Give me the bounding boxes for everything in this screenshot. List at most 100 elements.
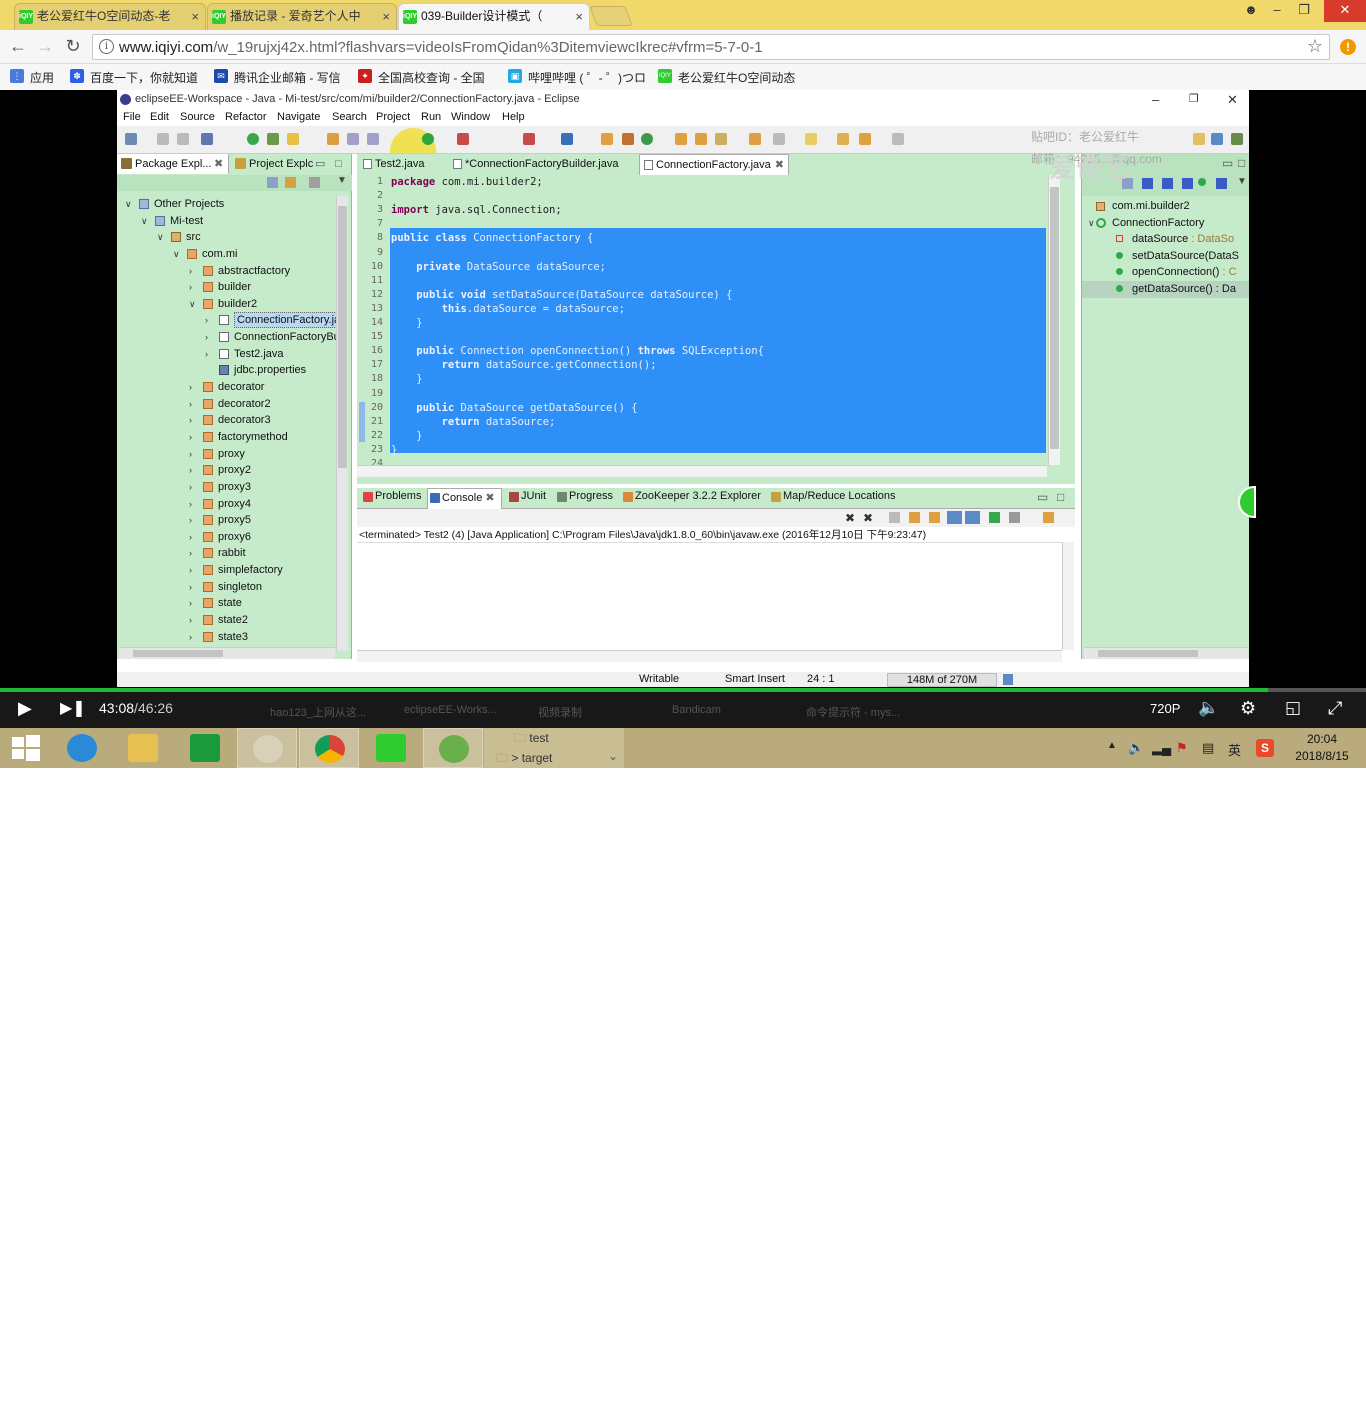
tree-item[interactable]: › state xyxy=(117,595,335,612)
view-menu-icon[interactable]: ▼ xyxy=(337,175,347,186)
tree-vertical-scrollbar[interactable] xyxy=(336,196,348,651)
back-nav-icon[interactable] xyxy=(859,133,871,145)
chevron-right-icon[interactable]: › xyxy=(189,446,199,462)
editor-vertical-scrollbar[interactable] xyxy=(1048,175,1060,465)
scrollbar-thumb[interactable] xyxy=(133,650,223,657)
hide-nonpublic-icon[interactable] xyxy=(1198,178,1206,186)
browser-tab-active[interactable]: iQIY 039-Builder设计模式（ × xyxy=(398,3,590,30)
taskbar-iqiyi[interactable] xyxy=(361,728,421,768)
chevron-down-icon[interactable]: ∨ xyxy=(1088,215,1095,231)
chevron-right-icon[interactable]: › xyxy=(189,612,199,628)
forward-icon[interactable]: → xyxy=(35,37,55,57)
editor-tab-connectionfactory[interactable]: ConnectionFactory.java ✖ xyxy=(639,154,789,175)
taskbar-chrome[interactable] xyxy=(299,728,359,768)
maximize-view-icon[interactable]: □ xyxy=(1238,156,1245,170)
console-vertical-scrollbar[interactable] xyxy=(1062,542,1074,650)
task-icon[interactable] xyxy=(347,133,359,145)
run-icon[interactable] xyxy=(422,133,434,145)
chevron-right-icon[interactable]: › xyxy=(189,595,199,611)
editor-tab-connectionfactorybuilder[interactable]: *ConnectionFactoryBuilder.java xyxy=(449,154,639,175)
pencil-icon[interactable] xyxy=(715,133,727,145)
open-console-icon[interactable] xyxy=(1043,512,1054,523)
server-icon[interactable] xyxy=(523,133,535,145)
tree-item[interactable]: › ConnectionFactory.ja xyxy=(117,312,344,329)
close-tab-icon[interactable]: × xyxy=(191,4,199,29)
address-bar[interactable]: i www.iqiyi.com/w_19rujxj42x.html?flashv… xyxy=(92,34,1330,60)
tree-item[interactable]: › factorymethod xyxy=(117,429,335,446)
tree-item[interactable]: ∨ Mi-test xyxy=(117,213,335,230)
minimize-view-icon[interactable]: ▭ xyxy=(1037,490,1048,504)
browser-tab[interactable]: iQIY 播放记录 - 爱奇艺个人中 × xyxy=(207,3,397,30)
close-tab-icon[interactable]: × xyxy=(382,4,390,29)
tree-item[interactable]: › singleton xyxy=(117,579,335,596)
next-annotation-icon[interactable] xyxy=(773,133,785,145)
focus-icon[interactable] xyxy=(309,177,320,188)
perspective-icon[interactable] xyxy=(1193,133,1205,145)
hide-static-icon[interactable] xyxy=(1182,178,1193,189)
chevron-right-icon[interactable]: › xyxy=(189,263,199,279)
info-icon[interactable]: i xyxy=(99,39,114,54)
save-icon[interactable] xyxy=(157,133,169,145)
reload-icon[interactable]: ↻ xyxy=(63,37,83,57)
tree-item[interactable]: ∨ Other Projects xyxy=(117,196,335,213)
outline-item[interactable]: getDataSource() : Da xyxy=(1082,281,1249,298)
package-icon[interactable] xyxy=(749,133,761,145)
tree-item[interactable]: › decorator2 xyxy=(117,396,335,413)
eclipse-restore-icon[interactable]: ❐ xyxy=(1189,90,1199,109)
close-editor-icon[interactable]: ✖ xyxy=(775,155,784,175)
annotation-icon[interactable] xyxy=(367,133,379,145)
start-button[interactable] xyxy=(0,728,60,768)
close-tab-icon[interactable]: × xyxy=(575,4,583,29)
next-episode-icon[interactable]: ▶❚ xyxy=(60,698,86,718)
highlight-icon[interactable] xyxy=(287,133,299,145)
chevron-down-icon[interactable]: ∨ xyxy=(157,229,167,245)
tree-item[interactable]: › proxy3 xyxy=(117,479,335,496)
close-view-icon[interactable]: ✖ xyxy=(485,492,494,504)
display-console-icon[interactable] xyxy=(1009,512,1020,523)
clear-console-icon[interactable] xyxy=(889,512,900,523)
update-alert-icon[interactable]: ! xyxy=(1340,39,1356,55)
menu-help[interactable]: Help xyxy=(502,111,525,123)
picture-in-picture-icon[interactable]: ◱ xyxy=(1285,698,1301,718)
chevron-right-icon[interactable]: › xyxy=(189,579,199,595)
scrollbar-thumb[interactable] xyxy=(1098,650,1198,657)
system-clock[interactable]: 20:04 2018/8/15 xyxy=(1282,731,1362,765)
menu-refactor[interactable]: Refactor xyxy=(225,111,267,123)
minimize-button[interactable]: – xyxy=(1263,0,1291,22)
fullscreen-icon[interactable]: ⤢ xyxy=(1328,698,1342,719)
garbage-collect-icon[interactable] xyxy=(1003,674,1013,685)
external-tools-icon[interactable] xyxy=(457,133,469,145)
menu-window[interactable]: Window xyxy=(451,111,490,123)
chevron-right-icon[interactable]: › xyxy=(189,412,199,428)
open-task-icon[interactable] xyxy=(601,133,613,145)
eclipse-minimize-icon[interactable]: – xyxy=(1152,90,1159,109)
sogou-ime-icon[interactable]: S xyxy=(1256,739,1274,757)
bookmark-apps[interactable]: ⋮ 应用 xyxy=(10,69,54,86)
chevron-right-icon[interactable]: › xyxy=(189,429,199,445)
pin-console-icon[interactable] xyxy=(989,512,1000,523)
debug-icon[interactable] xyxy=(247,133,259,145)
tab-problems[interactable]: Problems xyxy=(361,490,421,502)
bookmark-qzone[interactable]: iQIY 老公爱红牛O空间动态 xyxy=(658,69,795,86)
menu-edit[interactable]: Edit xyxy=(150,111,169,123)
chevron-right-icon[interactable]: › xyxy=(205,329,215,345)
profile-icon[interactable]: ☻ xyxy=(1237,0,1265,22)
menu-navigate[interactable]: Navigate xyxy=(277,111,320,123)
show-hidden-icons-icon[interactable]: ▲ xyxy=(1107,740,1117,751)
outline-item[interactable]: ∨ ConnectionFactory xyxy=(1082,215,1249,232)
chevron-right-icon[interactable]: › xyxy=(189,462,199,478)
chevron-down-icon[interactable]: ∨ xyxy=(141,213,151,229)
ime-language-indicator[interactable]: 英 xyxy=(1228,740,1241,759)
last-edit-icon[interactable] xyxy=(837,133,849,145)
link-editor-icon[interactable] xyxy=(285,177,296,188)
maximize-view-icon[interactable]: □ xyxy=(1057,490,1064,504)
minimize-view-icon[interactable]: ▭ xyxy=(315,154,325,174)
tree-item[interactable]: ∨ com.mi xyxy=(117,246,335,263)
bookmark-star-icon[interactable]: ☆ xyxy=(1307,36,1323,57)
chevron-right-icon[interactable]: › xyxy=(205,312,215,328)
folder-open-icon[interactable] xyxy=(695,133,707,145)
tree-item[interactable]: ∨ src xyxy=(117,229,335,246)
console-output[interactable] xyxy=(357,542,1062,650)
folder-icon[interactable] xyxy=(675,133,687,145)
chevron-right-icon[interactable]: › xyxy=(189,279,199,295)
